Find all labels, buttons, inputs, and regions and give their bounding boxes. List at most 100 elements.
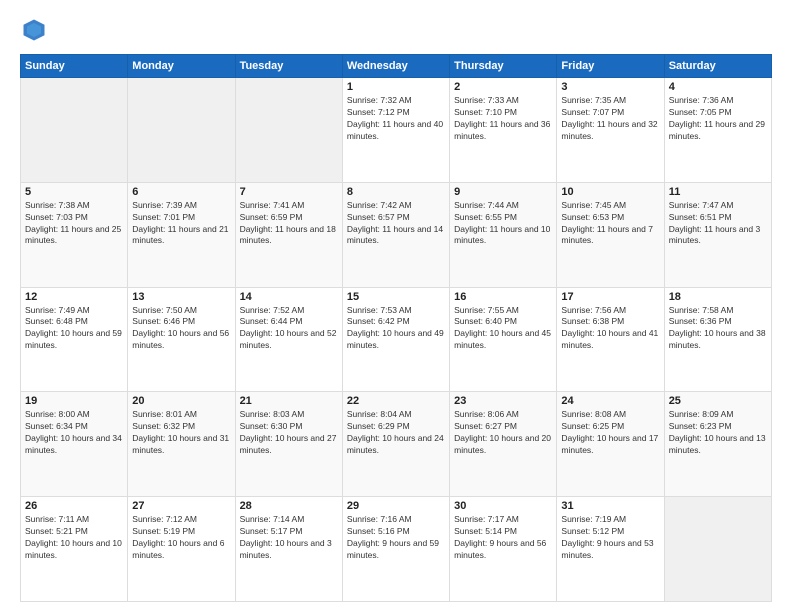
cell-info: Sunrise: 8:03 AMSunset: 6:30 PMDaylight:… [240,409,338,457]
day-number: 29 [347,500,445,512]
cell-info: Sunrise: 7:17 AMSunset: 5:14 PMDaylight:… [454,514,552,562]
cell-info: Sunrise: 7:45 AMSunset: 6:53 PMDaylight:… [561,200,659,248]
calendar-cell: 15Sunrise: 7:53 AMSunset: 6:42 PMDayligh… [342,287,449,392]
day-number: 16 [454,291,552,303]
calendar-cell: 9 Sunrise: 7:44 AMSunset: 6:55 PMDaylight… [450,182,557,287]
day-number: 12 [25,291,123,303]
day-number: 30 [454,500,552,512]
calendar-cell: 29 Sunrise: 7:16 AMSunset: 5:16 PMDayligh… [342,497,449,602]
calendar-cell: 27 Sunrise: 7:12 AMSunset: 5:19 PMDayligh… [128,497,235,602]
cell-info: Sunrise: 7:49 AMSunset: 6:48 PMDaylight:… [25,305,123,353]
cell-info: Sunrise: 7:35 AMSunset: 7:07 PMDaylight:… [561,95,659,143]
day-number: 25 [669,395,767,407]
calendar-cell: 22 Sunrise: 8:04 AMSunset: 6:29 PMDayligh… [342,392,449,497]
day-number: 26 [25,500,123,512]
calendar-cell: 12 Sunrise: 7:49 AMSunset: 6:48 PMDayligh… [21,287,128,392]
cell-info: Sunrise: 7:32 AMSunset: 7:12 PMDaylight:… [347,95,445,143]
day-number: 23 [454,395,552,407]
day-number: 2 [454,81,552,93]
cell-info: Sunrise: 8:04 AMSunset: 6:29 PMDaylight:… [347,409,445,457]
cell-info: Sunrise: 7:33 AMSunset: 7:10 PMDaylight:… [454,95,552,143]
header [20,16,772,44]
weekday-header-wednesday: Wednesday [342,55,449,78]
calendar-table: SundayMondayTuesdayWednesdayThursdayFrid… [20,54,772,602]
cell-info: Sunrise: 7:19 AMSunset: 5:12 PMDaylight:… [561,514,659,562]
calendar-cell [664,497,771,602]
calendar-week-5: 26 Sunrise: 7:11 AMSunset: 5:21 PMDayligh… [21,497,772,602]
day-number: 8 [347,186,445,198]
day-number: 6 [132,186,230,198]
calendar-cell [21,78,128,183]
cell-info: Sunrise: 7:47 AMSunset: 6:51 PMDaylight:… [669,200,767,248]
cell-info: Sunrise: 7:11 AMSunset: 5:21 PMDaylight:… [25,514,123,562]
calendar-cell: 24Sunrise: 8:08 AMSunset: 6:25 PMDayligh… [557,392,664,497]
day-number: 24 [561,395,659,407]
day-number: 28 [240,500,338,512]
cell-info: Sunrise: 8:01 AMSunset: 6:32 PMDaylight:… [132,409,230,457]
calendar-header-row: SundayMondayTuesdayWednesdayThursdayFrid… [21,55,772,78]
cell-info: Sunrise: 7:41 AMSunset: 6:59 PMDaylight:… [240,200,338,248]
cell-info: Sunrise: 7:50 AMSunset: 6:46 PMDaylight:… [132,305,230,353]
calendar-cell [235,78,342,183]
day-number: 20 [132,395,230,407]
calendar-cell: 16Sunrise: 7:55 AMSunset: 6:40 PMDayligh… [450,287,557,392]
cell-info: Sunrise: 7:16 AMSunset: 5:16 PMDaylight:… [347,514,445,562]
weekday-header-monday: Monday [128,55,235,78]
day-number: 22 [347,395,445,407]
calendar-cell: 28 Sunrise: 7:14 AMSunset: 5:17 PMDayligh… [235,497,342,602]
day-number: 10 [561,186,659,198]
cell-info: Sunrise: 7:56 AMSunset: 6:38 PMDaylight:… [561,305,659,353]
calendar-cell: 10 Sunrise: 7:45 AMSunset: 6:53 PMDayligh… [557,182,664,287]
cell-info: Sunrise: 7:14 AMSunset: 5:17 PMDaylight:… [240,514,338,562]
day-number: 18 [669,291,767,303]
calendar-cell: 14 Sunrise: 7:52 AMSunset: 6:44 PMDayligh… [235,287,342,392]
cell-info: Sunrise: 8:09 AMSunset: 6:23 PMDaylight:… [669,409,767,457]
cell-info: Sunrise: 7:36 AMSunset: 7:05 PMDaylight:… [669,95,767,143]
calendar-cell: 6 Sunrise: 7:39 AMSunset: 7:01 PMDaylight… [128,182,235,287]
day-number: 11 [669,186,767,198]
weekday-header-saturday: Saturday [664,55,771,78]
calendar-cell: 23Sunrise: 8:06 AMSunset: 6:27 PMDayligh… [450,392,557,497]
weekday-header-thursday: Thursday [450,55,557,78]
cell-info: Sunrise: 7:52 AMSunset: 6:44 PMDaylight:… [240,305,338,353]
weekday-header-sunday: Sunday [21,55,128,78]
day-number: 27 [132,500,230,512]
day-number: 19 [25,395,123,407]
cell-info: Sunrise: 7:39 AMSunset: 7:01 PMDaylight:… [132,200,230,248]
calendar-week-2: 5 Sunrise: 7:38 AMSunset: 7:03 PMDaylight… [21,182,772,287]
calendar-cell: 19 Sunrise: 8:00 AMSunset: 6:34 PMDayligh… [21,392,128,497]
cell-info: Sunrise: 8:00 AMSunset: 6:34 PMDaylight:… [25,409,123,457]
day-number: 31 [561,500,659,512]
calendar-cell [128,78,235,183]
calendar-week-3: 12 Sunrise: 7:49 AMSunset: 6:48 PMDayligh… [21,287,772,392]
calendar-cell: 4 Sunrise: 7:36 AMSunset: 7:05 PMDaylight… [664,78,771,183]
calendar-cell: 26 Sunrise: 7:11 AMSunset: 5:21 PMDayligh… [21,497,128,602]
logo [20,16,52,44]
page: SundayMondayTuesdayWednesdayThursdayFrid… [0,0,792,612]
day-number: 17 [561,291,659,303]
day-number: 21 [240,395,338,407]
calendar-cell: 31 Sunrise: 7:19 AMSunset: 5:12 PMDayligh… [557,497,664,602]
day-number: 5 [25,186,123,198]
day-number: 9 [454,186,552,198]
cell-info: Sunrise: 7:38 AMSunset: 7:03 PMDaylight:… [25,200,123,248]
cell-info: Sunrise: 7:44 AMSunset: 6:55 PMDaylight:… [454,200,552,248]
day-number: 4 [669,81,767,93]
cell-info: Sunrise: 7:58 AMSunset: 6:36 PMDaylight:… [669,305,767,353]
cell-info: Sunrise: 7:53 AMSunset: 6:42 PMDaylight:… [347,305,445,353]
calendar-cell: 17 Sunrise: 7:56 AMSunset: 6:38 PMDayligh… [557,287,664,392]
calendar-cell: 30 Sunrise: 7:17 AMSunset: 5:14 PMDayligh… [450,497,557,602]
day-number: 7 [240,186,338,198]
day-number: 14 [240,291,338,303]
calendar-cell: 21 Sunrise: 8:03 AMSunset: 6:30 PMDayligh… [235,392,342,497]
calendar-cell: 13 Sunrise: 7:50 AMSunset: 6:46 PMDayligh… [128,287,235,392]
calendar-cell: 8 Sunrise: 7:42 AMSunset: 6:57 PMDaylight… [342,182,449,287]
cell-info: Sunrise: 7:12 AMSunset: 5:19 PMDaylight:… [132,514,230,562]
calendar-cell: 11 Sunrise: 7:47 AMSunset: 6:51 PMDayligh… [664,182,771,287]
weekday-header-tuesday: Tuesday [235,55,342,78]
cell-info: Sunrise: 7:42 AMSunset: 6:57 PMDaylight:… [347,200,445,248]
calendar-week-1: 1Sunrise: 7:32 AMSunset: 7:12 PMDaylight… [21,78,772,183]
logo-icon [20,16,48,44]
day-number: 13 [132,291,230,303]
calendar-cell: 5 Sunrise: 7:38 AMSunset: 7:03 PMDaylight… [21,182,128,287]
